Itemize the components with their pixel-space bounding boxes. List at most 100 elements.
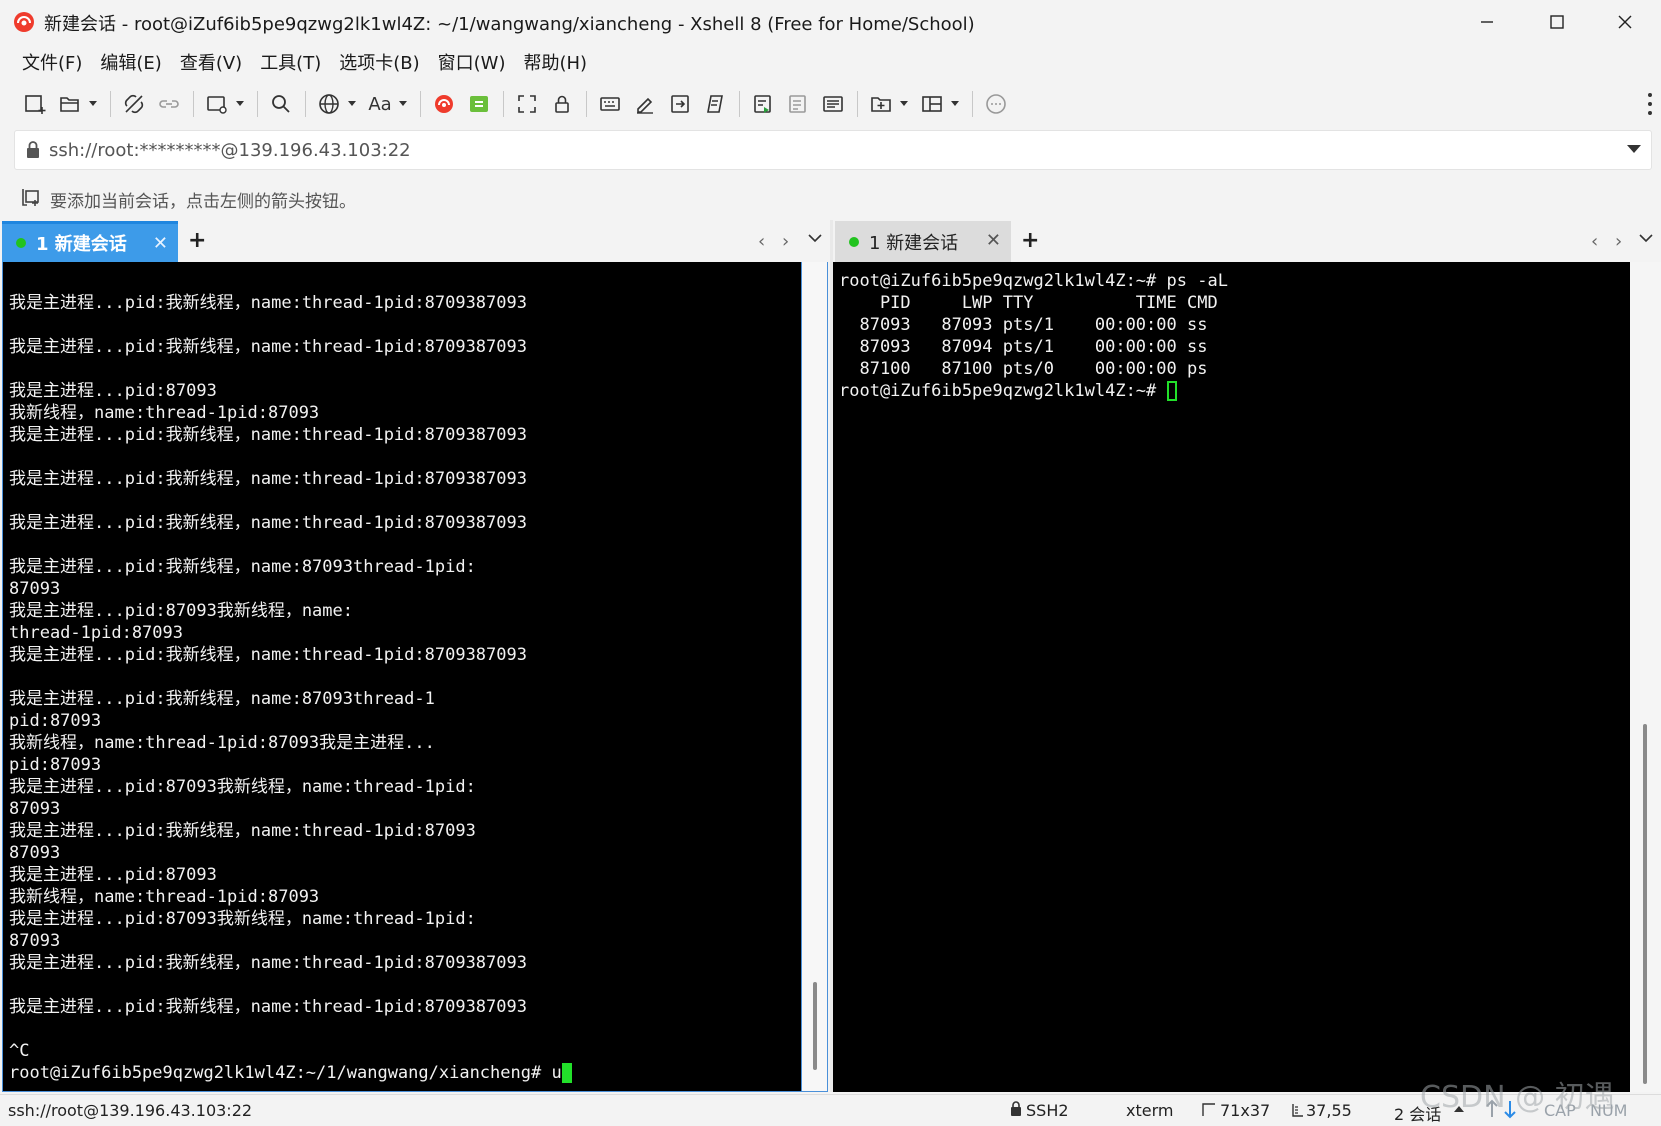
status-connection: ssh://root@139.196.43.103:22 — [8, 1101, 253, 1120]
terminal-line: 87093 87094 pts/1 00:00:00 ss — [839, 337, 1208, 357]
tab-session-left[interactable]: 1 新建会话 ✕ — [2, 221, 178, 262]
menu-tools[interactable]: 工具(T) — [252, 45, 329, 79]
scrollbar-left[interactable] — [802, 262, 828, 1092]
terminal-line: 87093 — [9, 579, 61, 599]
new-tab-button[interactable]: + — [1021, 228, 1039, 253]
close-icon[interactable]: ✕ — [986, 230, 1001, 251]
status-size: 71x37 — [1220, 1101, 1271, 1120]
terminal-line: 我是主进程...pid:我新线程，name:thread-1pid:870938… — [9, 953, 527, 973]
close-button[interactable] — [1590, 0, 1660, 44]
watermark-text: CSDN @ 初遇 — [1420, 1080, 1615, 1115]
menu-view[interactable]: 查看(V) — [172, 45, 250, 79]
chat-icon[interactable] — [979, 87, 1013, 121]
chevron-down-icon[interactable] — [899, 87, 909, 121]
terminal-line: 87093 — [9, 843, 61, 863]
reconnect-icon[interactable] — [152, 87, 186, 121]
terminal-line: 我是主进程...pid:87093我新线程，name: — [9, 601, 353, 621]
maximize-button[interactable] — [1522, 0, 1592, 44]
globe-icon[interactable] — [312, 87, 346, 121]
close-icon[interactable]: ✕ — [153, 233, 168, 254]
terminal-line: 我新线程，name:thread-1pid:87093 — [9, 887, 320, 907]
notes-icon[interactable] — [816, 87, 850, 121]
toolbar-divider — [972, 91, 973, 117]
more-options-icon[interactable] — [1645, 90, 1655, 118]
fullscreen-icon[interactable] — [510, 87, 544, 121]
lock-icon[interactable] — [545, 87, 579, 121]
toolbar-divider — [857, 91, 858, 117]
tab-label: 1 新建会话 — [869, 232, 959, 254]
terminal-right[interactable]: root@iZuf6ib5pe9qzwg2lk1wl4Z:~# ps -aL P… — [833, 262, 1630, 1092]
chevron-down-icon[interactable] — [398, 87, 408, 121]
scroll-thumb[interactable] — [1643, 724, 1647, 1084]
log-icon[interactable] — [746, 87, 780, 121]
add-tab-icon[interactable] — [864, 87, 898, 121]
chevron-left-icon[interactable]: ‹ — [758, 231, 765, 252]
address-bar[interactable]: ssh://root:*********@139.196.43.103:22 — [14, 130, 1652, 170]
xshell-icon[interactable] — [427, 87, 461, 121]
transfer-icon[interactable] — [663, 87, 697, 121]
terminal-input[interactable]: u — [551, 1063, 561, 1083]
chevron-down-icon[interactable] — [235, 87, 245, 121]
terminal-prompt: root@iZuf6ib5pe9qzwg2lk1wl4Z:~/1/wangwan… — [9, 1063, 552, 1083]
new-session-icon[interactable] — [18, 87, 52, 121]
font-icon[interactable]: Aa — [363, 87, 397, 121]
chevron-down-icon[interactable] — [1627, 145, 1641, 155]
tab-session-right[interactable]: 1 新建会话 ✕ — [835, 221, 1011, 262]
chevron-down-icon[interactable] — [347, 87, 357, 121]
chevron-left-icon[interactable]: ‹ — [1591, 231, 1598, 252]
terminal-line: root@iZuf6ib5pe9qzwg2lk1wl4Z:~# ps -aL — [839, 271, 1228, 291]
chevron-down-icon[interactable] — [1639, 234, 1653, 244]
menu-edit[interactable]: 编辑(E) — [92, 45, 169, 79]
compose-icon[interactable] — [628, 87, 662, 121]
menu-file[interactable]: 文件(F) — [14, 45, 90, 79]
menu-help[interactable]: 帮助(H) — [515, 45, 595, 79]
connected-status-icon — [16, 238, 26, 248]
terminal-left[interactable]: 我是主进程...pid:我新线程，name:thread-1pid:870938… — [2, 262, 802, 1092]
terminal-prompt-line: root@iZuf6ib5pe9qzwg2lk1wl4Z:~# — [839, 380, 1228, 402]
keyboard-icon[interactable] — [593, 87, 627, 121]
xftp-icon[interactable] — [462, 87, 496, 121]
chevron-down-icon[interactable] — [808, 234, 822, 244]
search-icon[interactable] — [264, 87, 298, 121]
scroll-thumb[interactable] — [813, 982, 817, 1070]
toolbar-divider — [586, 91, 587, 117]
add-session-icon[interactable] — [20, 186, 42, 208]
tab-label: 1 新建会话 — [36, 234, 127, 255]
terminal-line: pid:87093 — [9, 711, 102, 731]
disconnect-icon[interactable] — [117, 87, 151, 121]
chevron-down-icon[interactable] — [950, 87, 960, 121]
chevron-right-icon[interactable]: › — [1615, 231, 1622, 252]
menu-window[interactable]: 窗口(W) — [430, 45, 514, 79]
toolbar-divider — [193, 91, 194, 117]
address-input[interactable]: ssh://root:*********@139.196.43.103:22 — [49, 140, 411, 161]
chevron-right-icon[interactable]: › — [782, 231, 789, 252]
menu-bar: 文件(F) 编辑(E) 查看(V) 工具(T) 选项卡(B) 窗口(W) 帮助(… — [0, 44, 1661, 80]
terminal-line: thread-1pid:87093 — [9, 623, 183, 643]
toolbar-divider — [257, 91, 258, 117]
xshell-logo-icon — [14, 12, 34, 32]
terminal-output: root@iZuf6ib5pe9qzwg2lk1wl4Z:~# ps -aL P… — [839, 270, 1228, 402]
terminal-line: PID LWP TTY TIME CMD — [839, 293, 1218, 313]
menu-tabs[interactable]: 选项卡(B) — [331, 45, 427, 79]
open-folder-icon[interactable] — [53, 87, 87, 121]
new-window-icon[interactable] — [200, 87, 234, 121]
new-tab-button[interactable]: + — [188, 228, 206, 253]
scrollbar-right[interactable] — [1630, 262, 1661, 1092]
terminal-line: 我是主进程...pid:我新线程，name:thread-1pid:870938… — [9, 469, 527, 489]
hint-bar: 要添加当前会话，点击左侧的箭头按钮。 — [0, 178, 1661, 218]
toolbar: Aa — [0, 84, 1661, 124]
layout-icon[interactable] — [915, 87, 949, 121]
resize-icon — [1202, 1103, 1215, 1116]
script-icon[interactable] — [698, 87, 732, 121]
chevron-down-icon[interactable] — [88, 87, 98, 121]
terminal-line: 我是主进程...pid:我新线程，name:thread-1pid:870938… — [9, 293, 527, 313]
print-icon[interactable] — [781, 87, 815, 121]
terminal-line: 我是主进程...pid:87093我新线程，name:thread-1pid: — [9, 909, 476, 929]
minimize-button[interactable] — [1452, 0, 1522, 44]
terminal-line: 我是主进程...pid:87093 — [9, 865, 217, 885]
terminal-prompt: root@iZuf6ib5pe9qzwg2lk1wl4Z:~# — [839, 381, 1167, 401]
